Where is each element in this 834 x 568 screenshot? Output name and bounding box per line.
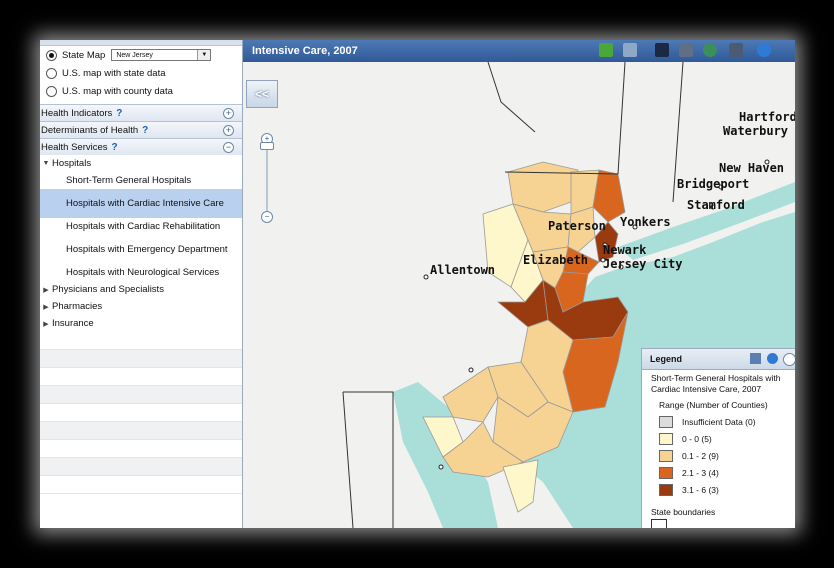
state-map-label: State Map xyxy=(62,49,106,61)
city-new-haven: New Haven xyxy=(719,161,784,175)
hospitals-label: Hospitals xyxy=(52,158,92,169)
section-determinants[interactable]: Determinants of Health ? + xyxy=(40,121,242,138)
zoom-track[interactable] xyxy=(266,141,268,213)
chevron-down-icon[interactable]: ▼ xyxy=(197,50,211,60)
legend-swatch xyxy=(659,432,673,445)
caret-right-icon[interactable]: ▶ xyxy=(40,286,52,294)
legend-swatch xyxy=(659,483,673,496)
determinants-label: Determinants of Health xyxy=(41,124,139,136)
monitor-icon[interactable] xyxy=(655,43,669,57)
us-county-label: U.S. map with county data xyxy=(62,85,173,97)
city-paterson: Paterson xyxy=(548,219,606,233)
section-health-indicators[interactable]: Health Indicators ? + xyxy=(40,104,242,121)
legend-item-label: 0 - 0 (5) xyxy=(682,433,712,444)
city-stamford: Stamford xyxy=(687,198,745,212)
legend-item-label: 3.1 - 6 (3) xyxy=(682,484,719,495)
collapse-icon[interactable]: − xyxy=(223,142,234,153)
map-area[interactable]: Hartford Waterbury New Haven Bridgeport … xyxy=(243,40,795,528)
tree-hospitals[interactable]: ▼ Hospitals xyxy=(40,155,242,172)
legend-item: 0 - 0 (5) xyxy=(642,431,795,446)
city-yonkers: Yonkers xyxy=(620,215,671,229)
empty-rows xyxy=(40,332,242,494)
camera-icon[interactable] xyxy=(679,43,693,57)
help-icon[interactable] xyxy=(767,353,778,364)
help-icon[interactable]: ? xyxy=(112,142,118,153)
state-select-value: New Jersey xyxy=(116,51,153,59)
city-waterbury: Waterbury xyxy=(723,124,788,138)
play-icon[interactable] xyxy=(599,43,613,57)
attachment-icon[interactable] xyxy=(623,43,637,57)
city-allentown: Allentown xyxy=(430,263,495,277)
health-services-label: Health Services xyxy=(41,141,108,153)
legend-item-label: Insufficient Data (0) xyxy=(682,416,756,427)
caret-right-icon[interactable]: ▶ xyxy=(40,303,52,311)
print-icon[interactable] xyxy=(729,43,743,57)
expand-icon[interactable]: + xyxy=(223,108,234,119)
tree-item-cardiac-intensive[interactable]: Hospitals with Cardiac Intensive Care xyxy=(40,189,242,218)
radio-us-county[interactable] xyxy=(46,85,57,97)
legend-state-boundaries: State boundaries xyxy=(651,507,716,517)
caret-down-icon[interactable]: ▼ xyxy=(40,160,52,167)
legend-item: 3.1 - 6 (3) xyxy=(642,482,795,497)
legend-range-label: Range (Number of Counties) xyxy=(659,400,768,410)
tree-insurance[interactable]: ▶ Insurance xyxy=(40,315,242,332)
section-health-services[interactable]: Health Services ? − xyxy=(40,138,242,155)
legend-item-label: 0.1 - 2 (9) xyxy=(682,450,719,461)
legend-item: Insufficient Data (0) xyxy=(642,414,795,429)
us-state-label: U.S. map with state data xyxy=(62,67,166,79)
tree-pharmacies[interactable]: ▶ Pharmacies xyxy=(40,298,242,315)
physicians-label: Physicians and Specialists xyxy=(52,284,164,295)
city-bridgeport: Bridgeport xyxy=(677,177,749,191)
expand-icon[interactable]: + xyxy=(223,125,234,136)
legend-title: Legend xyxy=(650,354,683,364)
app-window: State Map New Jersey ▼ U.S. map with sta… xyxy=(40,40,795,528)
tree-item-neurological[interactable]: Hospitals with Neurological Services xyxy=(40,264,242,281)
tree-item-emergency[interactable]: Hospitals with Emergency Department xyxy=(40,235,242,264)
collapse-panel-button[interactable]: << xyxy=(246,80,278,108)
radio-state-map[interactable] xyxy=(46,49,57,61)
help-icon[interactable]: ? xyxy=(116,108,122,119)
city-jersey-city: Jersey City xyxy=(603,257,682,271)
legend-panel: Legend Short-Term General Hospitals with… xyxy=(641,348,795,528)
zoom-handle[interactable] xyxy=(260,142,274,150)
minimize-icon[interactable] xyxy=(783,353,795,366)
legend-swatch xyxy=(659,466,673,479)
zoom-out-icon[interactable]: − xyxy=(261,211,273,223)
chart-icon[interactable] xyxy=(750,353,761,364)
state-select[interactable]: New Jersey ▼ xyxy=(111,49,212,61)
us-county-option[interactable]: U.S. map with county data xyxy=(40,82,242,100)
tree-item-short-term[interactable]: Short-Term General Hospitals xyxy=(40,172,242,189)
left-panel: State Map New Jersey ▼ U.S. map with sta… xyxy=(40,40,243,528)
globe-icon[interactable] xyxy=(703,43,717,57)
radio-us-state[interactable] xyxy=(46,67,57,79)
map-title: Intensive Care, 2007 xyxy=(252,45,358,57)
us-state-option[interactable]: U.S. map with state data xyxy=(40,64,242,82)
caret-right-icon[interactable]: ▶ xyxy=(40,320,52,328)
legend-swatch xyxy=(659,449,673,462)
state-boundary-swatch xyxy=(651,519,667,528)
legend-item: 0.1 - 2 (9) xyxy=(642,448,795,463)
legend-header: Legend xyxy=(642,349,795,370)
city-elizabeth: Elizabeth xyxy=(523,253,588,267)
zoom-slider[interactable]: + − xyxy=(260,133,274,223)
help-icon[interactable] xyxy=(757,43,771,57)
insurance-label: Insurance xyxy=(52,318,94,329)
legend-swatch xyxy=(659,415,673,428)
state-map-option[interactable]: State Map New Jersey ▼ xyxy=(40,46,242,64)
health-indicators-label: Health Indicators xyxy=(41,107,113,119)
help-icon[interactable]: ? xyxy=(142,125,148,136)
tree-item-cardiac-rehab[interactable]: Hospitals with Cardiac Rehabilitation xyxy=(40,218,242,235)
pharmacies-label: Pharmacies xyxy=(52,301,103,312)
legend-subtitle: Short-Term General Hospitals with Cardia… xyxy=(651,373,781,394)
city-newark: Newark xyxy=(603,243,647,257)
legend-item-label: 2.1 - 3 (4) xyxy=(682,467,719,478)
legend-item: 2.1 - 3 (4) xyxy=(642,465,795,480)
tree-physicians[interactable]: ▶ Physicians and Specialists xyxy=(40,281,242,298)
city-hartford: Hartford xyxy=(739,110,795,124)
map-title-bar: Intensive Care, 2007 xyxy=(243,40,795,62)
